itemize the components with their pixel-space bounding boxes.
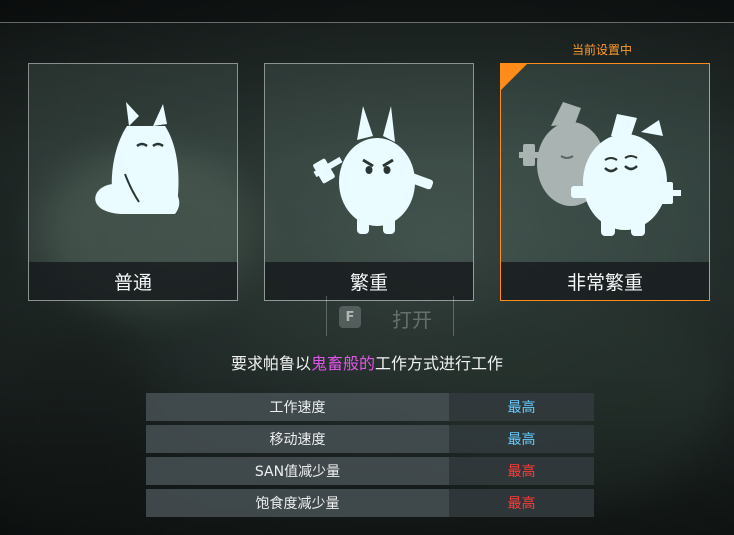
heavy-pal-icon — [265, 64, 473, 264]
very-heavy-pal-icon — [501, 64, 709, 264]
stat-value: 最高 — [449, 489, 594, 517]
stat-value: 最高 — [449, 457, 594, 485]
open-label: 打开 — [392, 308, 432, 332]
current-setting-label: 当前设置中 — [572, 43, 633, 57]
card-label: 非常繁重 — [501, 262, 709, 300]
stat-name: 饱食度减少量 — [146, 489, 449, 517]
top-divider — [0, 22, 734, 23]
stat-name: 工作速度 — [146, 393, 449, 421]
open-hint[interactable]: F 打开 — [326, 296, 454, 336]
workload-card-heavy[interactable]: 繁重 — [264, 63, 474, 301]
stat-row-san-decrease: SAN值减少量 最高 — [146, 457, 594, 485]
workload-description: 要求帕鲁以鬼畜般的工作方式进行工作 — [0, 350, 734, 374]
workload-card-very-heavy[interactable]: 非常繁重 — [500, 63, 710, 301]
hint-bracket-left — [326, 296, 327, 336]
stats-table: 工作速度 最高 移动速度 最高 SAN值减少量 最高 饱食度减少量 最高 — [146, 393, 594, 521]
stat-value: 最高 — [449, 425, 594, 453]
card-label: 繁重 — [265, 262, 473, 300]
top-header-strip — [0, 0, 734, 22]
stat-row-hunger-decrease: 饱食度减少量 最高 — [146, 489, 594, 517]
f-key-icon: F — [339, 306, 361, 328]
normal-pal-icon — [29, 64, 237, 264]
stat-row-work-speed: 工作速度 最高 — [146, 393, 594, 421]
stat-name: SAN值减少量 — [146, 457, 449, 485]
workload-card-normal[interactable]: 普通 — [28, 63, 238, 301]
description-highlight: 鬼畜般的 — [310, 354, 375, 373]
stat-name: 移动速度 — [146, 425, 449, 453]
stat-row-move-speed: 移动速度 最高 — [146, 425, 594, 453]
description-suffix: 工作方式进行工作 — [375, 354, 504, 373]
description-prefix: 要求帕鲁以 — [230, 354, 311, 373]
stat-value: 最高 — [449, 393, 594, 421]
card-label: 普通 — [29, 262, 237, 300]
hint-bracket-right — [453, 296, 454, 336]
